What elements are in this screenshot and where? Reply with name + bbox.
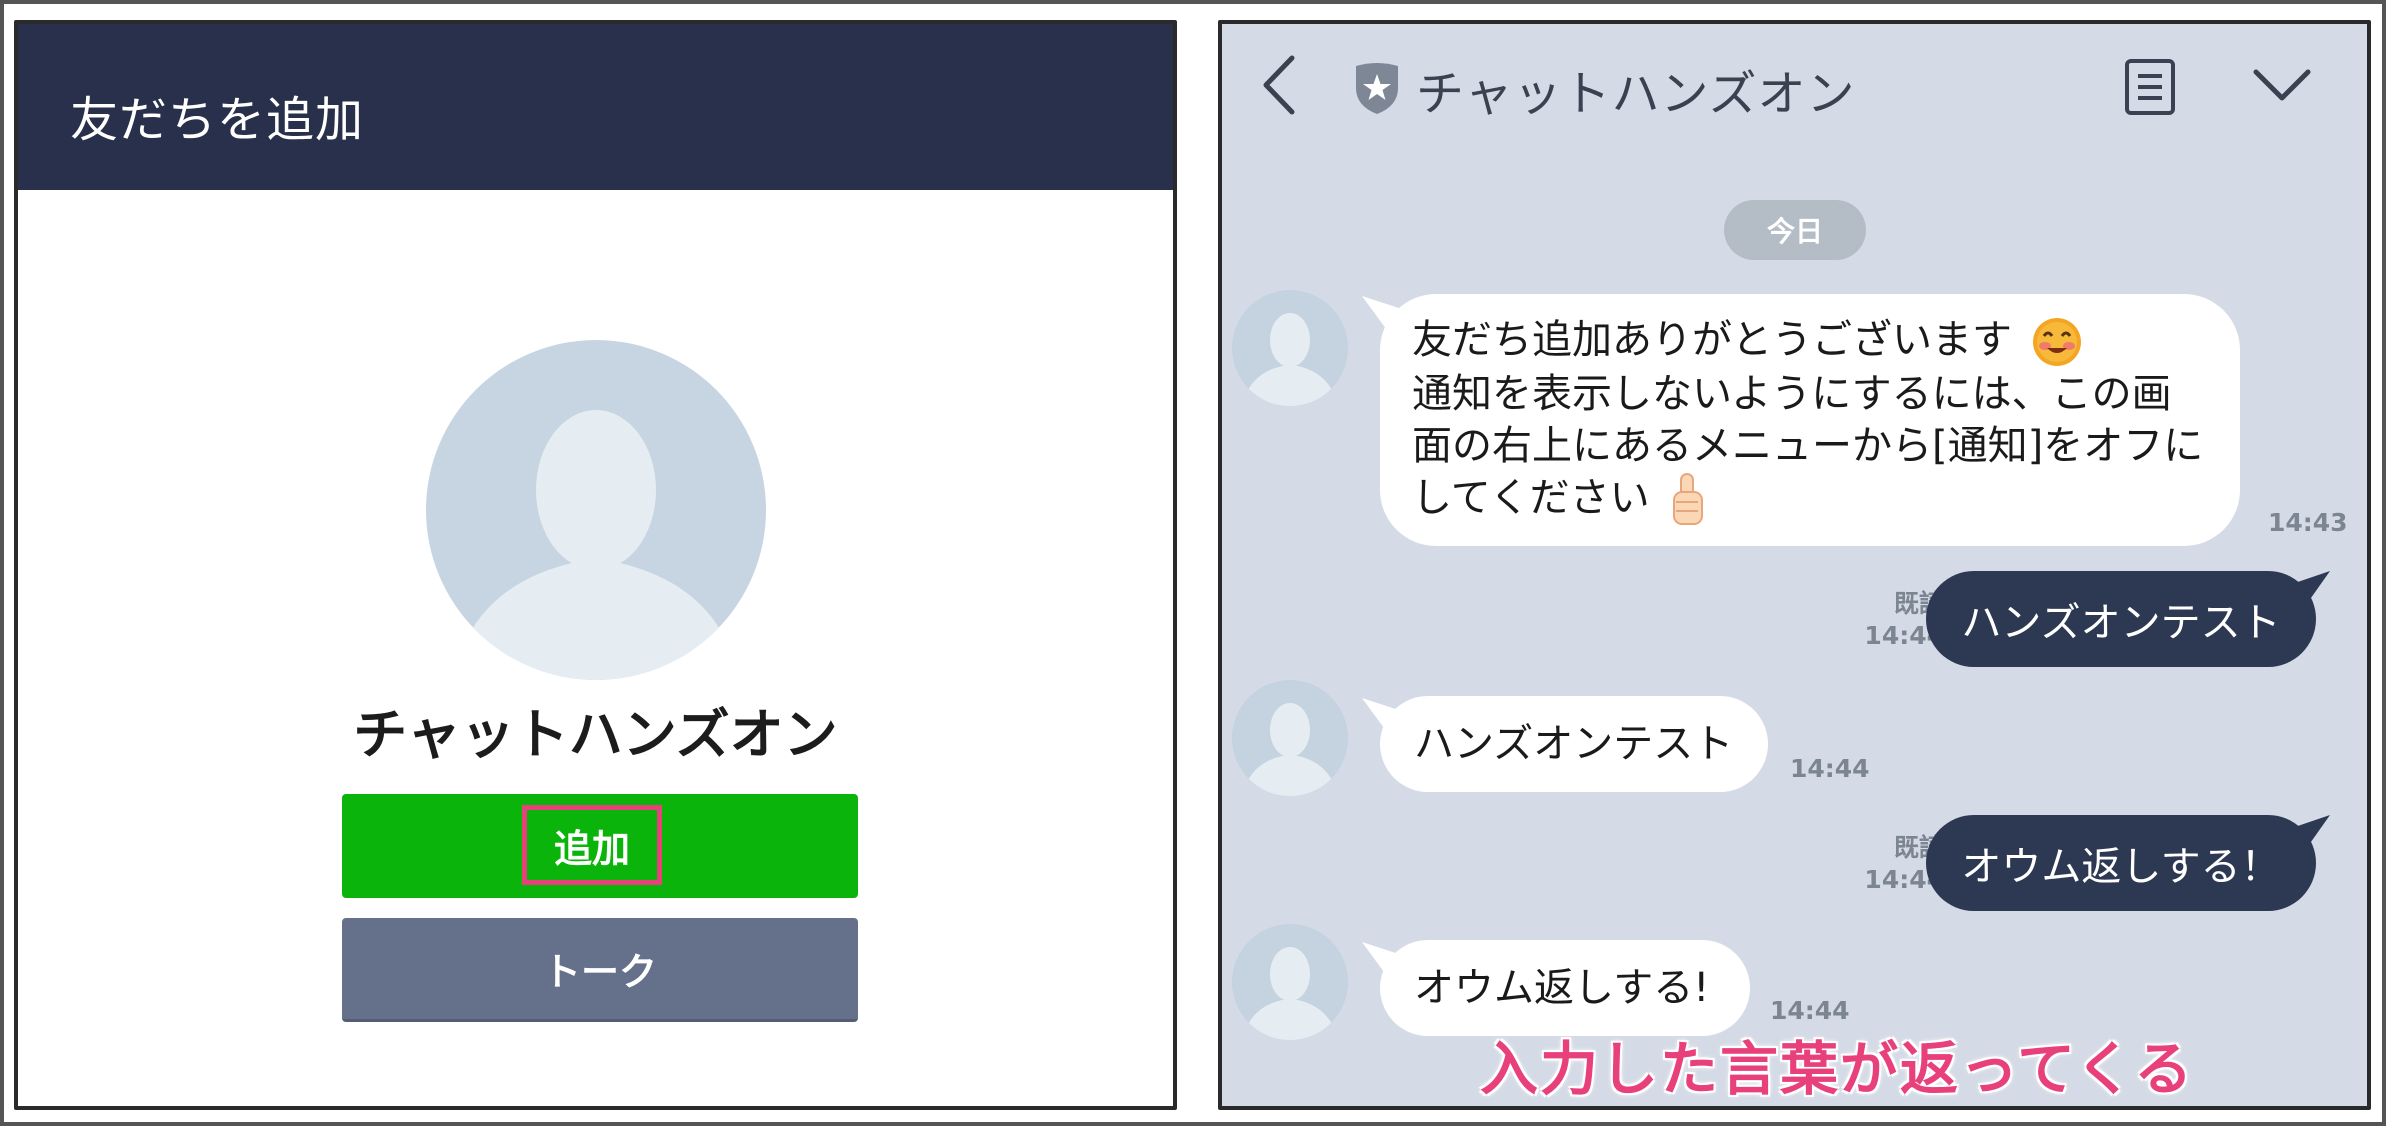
back-icon[interactable] — [1258, 54, 1298, 116]
message-time: 14:44 — [1790, 754, 1870, 783]
annotation-caption: 入力した言葉が返ってくる — [1480, 1035, 2195, 1103]
bot-avatar[interactable] — [1232, 680, 1348, 796]
chat-header: チャットハンズオン — [1222, 24, 2367, 144]
talk-button[interactable]: トーク — [342, 918, 858, 1022]
add-friend-button[interactable]: 追加 — [342, 794, 858, 898]
profile-name: チャットハンズオン — [353, 703, 838, 766]
bot-avatar[interactable] — [1232, 290, 1348, 406]
shield-star-icon — [1356, 63, 1398, 114]
chevron-down-icon[interactable] — [2252, 66, 2312, 106]
chat-title: チャットハンズオン — [1416, 66, 1856, 122]
message-time: 14:44 — [1770, 996, 1850, 1025]
default-user-icon — [1246, 947, 1334, 1040]
page-title: 友だちを追加 — [70, 92, 365, 148]
message-bubble-incoming: 友だち追加ありがとうございます 通知を表示しないようにするには、この画 面の右上… — [1380, 294, 2240, 546]
profile-avatar — [426, 340, 766, 680]
default-user-icon — [1246, 703, 1334, 796]
message-bubble-outgoing: オウム返しする！ — [1926, 815, 2316, 911]
message-bubble-incoming: ハンズオンテスト — [1380, 696, 1768, 792]
message-bubble-outgoing: ハンズオンテスト — [1926, 571, 2316, 667]
add-friend-header: 友だちを追加 — [18, 24, 1173, 190]
message-text: してください — [1412, 475, 1650, 521]
add-button-label: 追加 — [522, 805, 662, 885]
message-line: 友だち追加ありがとうございます — [1412, 314, 2203, 368]
message-time: 14:43 — [2268, 508, 2348, 537]
message-text: ハンズオンテスト — [1414, 721, 1734, 767]
message-line: 面の右上にあるメニューから[通知]をオフに — [1412, 423, 2204, 469]
message-text: オウム返しする! — [1414, 965, 1710, 1011]
message-line: 通知を表示しないようにするには、この画 — [1412, 371, 2172, 417]
default-user-icon — [466, 410, 726, 680]
thumbs-up-emoji — [1673, 473, 1704, 525]
add-friend-screen: 友だちを追加 チャットハンズオン 追加 トーク — [14, 20, 1177, 1110]
message-text: 友だち追加ありがとうございます — [1412, 317, 2012, 363]
default-user-icon — [1246, 313, 1334, 406]
smiling-face-emoji — [2032, 318, 2081, 366]
chat-screen: チャットハンズオン 今日 友だち追加ありがとうございます 通知を表示しないように… — [1218, 20, 2371, 1110]
notes-icon[interactable] — [2124, 58, 2176, 116]
bot-avatar[interactable] — [1232, 924, 1348, 1040]
date-separator: 今日 — [1724, 200, 1866, 260]
message-line: してください — [1412, 472, 2203, 528]
